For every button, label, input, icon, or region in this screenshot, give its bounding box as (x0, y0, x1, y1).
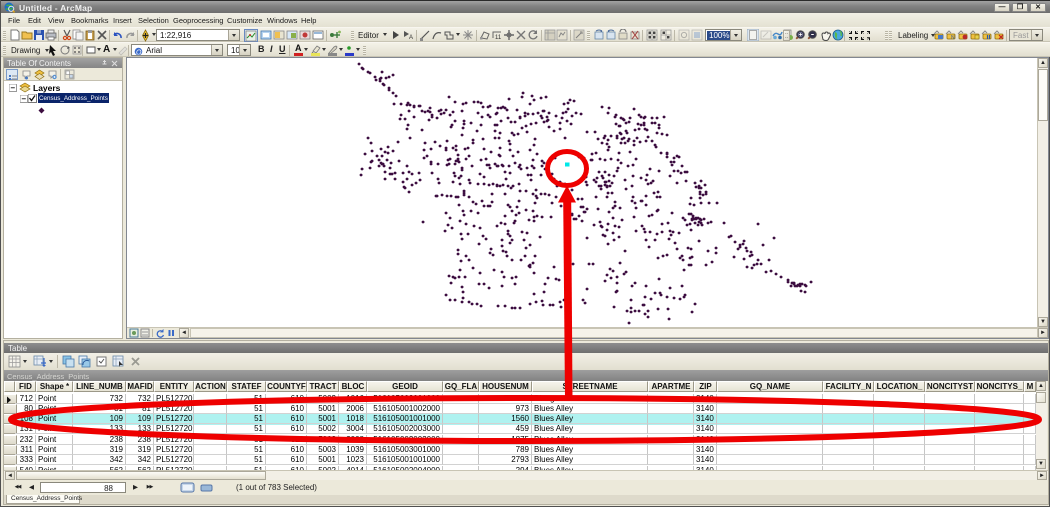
svg-text:11: 11 (495, 35, 502, 41)
svg-text:O: O (136, 50, 142, 57)
svg-text:A: A (409, 35, 413, 41)
svg-text:N: N (951, 35, 955, 41)
